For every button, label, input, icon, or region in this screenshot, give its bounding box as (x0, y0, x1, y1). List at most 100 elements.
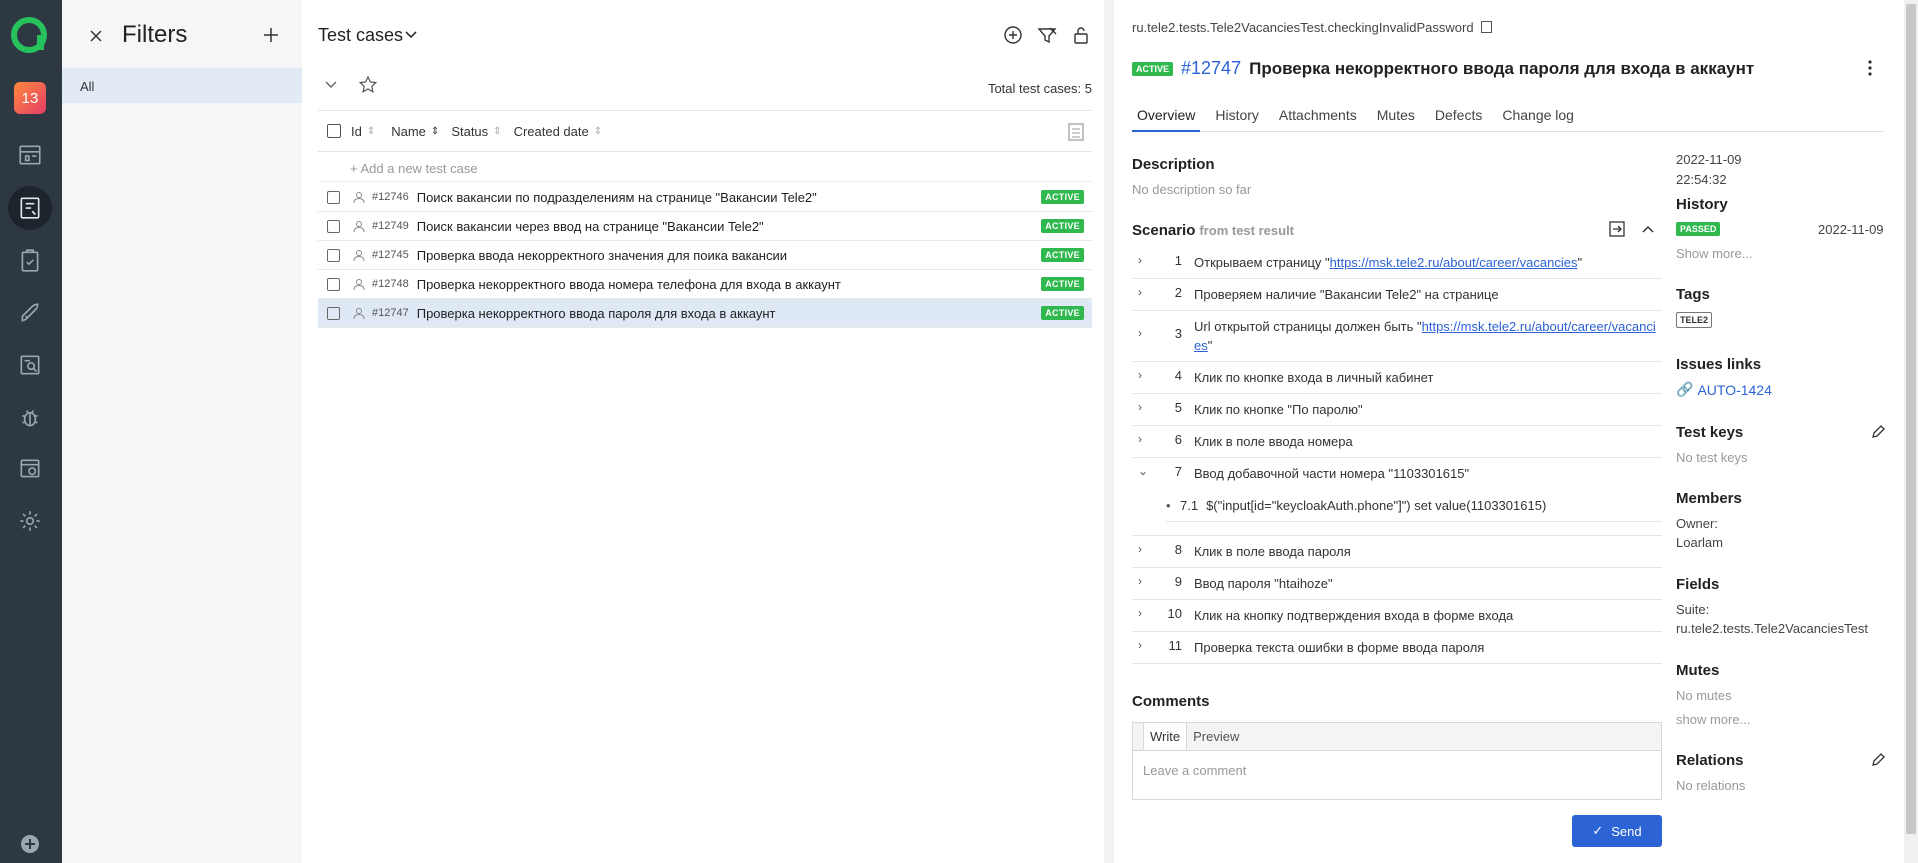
close-icon[interactable] (86, 26, 106, 46)
scrollbar[interactable] (1904, 0, 1918, 863)
tab-history[interactable]: History (1210, 102, 1264, 131)
scrollbar-thumb[interactable] (1906, 4, 1916, 834)
sort-icon: ⇕ (593, 125, 603, 137)
chevron-right-icon: › (1138, 253, 1142, 267)
test-case-title: Проверка некорректного ввода пароля для … (1249, 58, 1755, 78)
more-menu-icon[interactable] (1862, 58, 1878, 78)
chevron-right-icon: › (1138, 574, 1142, 588)
test-case-number: #12747 (1181, 58, 1242, 78)
chevron-down-icon[interactable] (404, 30, 418, 40)
status-badge: ACTIVE (1041, 190, 1084, 204)
edit-pencil-icon[interactable] (1870, 424, 1886, 440)
tab-defects[interactable]: Defects (1430, 102, 1487, 131)
table-row[interactable]: #12746 Поиск вакансии по подразделениям … (318, 183, 1092, 212)
tab-write[interactable]: Write (1143, 722, 1188, 750)
chevron-up-icon[interactable] (1640, 220, 1656, 238)
jobs-icon[interactable] (11, 450, 49, 488)
issues-heading: Issues links (1676, 356, 1762, 373)
tab-preview[interactable]: Preview (1187, 723, 1245, 750)
tag-chip[interactable]: TELE2 (1676, 312, 1713, 328)
scenario-heading: Scenario from test result (1132, 222, 1295, 239)
tab-mutes[interactable]: Mutes (1372, 102, 1420, 131)
copy-icon[interactable] (1481, 21, 1493, 33)
col-status[interactable]: Status ⇕ (451, 124, 501, 139)
scenario-step[interactable]: › 6 Клик в поле ввода номера (1132, 426, 1662, 458)
analytics-icon[interactable] (11, 346, 49, 384)
col-id[interactable]: Id ⇕ (351, 124, 375, 139)
table-row-selected[interactable]: #12747 Проверка некорректного ввода паро… (318, 299, 1092, 328)
status-badge: ACTIVE (1041, 248, 1084, 262)
scenario-step[interactable]: › 1 Открываем страницу "https://msk.tele2.… (1132, 247, 1662, 279)
scenario-step[interactable]: › 8 Клик в поле ввода пароля (1132, 536, 1662, 568)
issue-link[interactable]: 🔗 AUTO-1424 (1676, 381, 1772, 398)
expand-chevron-icon[interactable] (324, 80, 338, 90)
scenario-step-expanded[interactable]: ⌄ 7 Ввод добавочной части номера "11033016… (1132, 458, 1662, 489)
rocket-icon[interactable] (11, 294, 49, 332)
star-icon[interactable] (358, 75, 378, 95)
total-count: Total test cases: 5 (987, 81, 1092, 96)
add-test-case[interactable]: + Add a new test case (318, 155, 1092, 182)
history-show-more[interactable]: Show more... (1676, 246, 1753, 261)
settings-gear-icon[interactable] (11, 502, 49, 540)
row-checkbox[interactable] (327, 277, 340, 291)
test-case-list: Test cases Total test cases: 5 Id ⇕ Name ⇕… (302, 0, 1104, 863)
scenario-steps: › 1 Открываем страницу "https://msk.tele2.… (1132, 247, 1662, 664)
add-project-icon[interactable] (20, 834, 40, 854)
scenario-step[interactable]: › 11 Проверка текста ошибки в форме ввода … (1132, 632, 1662, 664)
scenario-step[interactable]: › 5 Клик по кнопке "По паролю" (1132, 394, 1662, 426)
filters-title: Filters (122, 21, 188, 48)
relations-value: No relations (1676, 778, 1746, 793)
row-checkbox[interactable] (327, 219, 340, 233)
panel-splitter[interactable] (1104, 0, 1114, 863)
scenario-step[interactable]: › 2 Проверяем наличие "Вакансии Tele2" на … (1132, 279, 1662, 311)
column-settings-icon[interactable] (1066, 121, 1086, 143)
unlock-icon[interactable] (1070, 24, 1092, 46)
comment-input[interactable]: Leave a comment (1133, 751, 1661, 790)
import-scenario-icon[interactable] (1608, 220, 1626, 238)
launches-icon[interactable] (11, 242, 49, 280)
project-badge[interactable]: 13 (14, 82, 46, 114)
table-row[interactable]: #12749 Поиск вакансии через ввод на стра… (318, 212, 1092, 241)
filter-all[interactable]: All (62, 68, 302, 103)
edit-pencil-icon[interactable] (1870, 752, 1886, 768)
row-checkbox[interactable] (327, 190, 340, 204)
tab-attachments[interactable]: Attachments (1274, 102, 1362, 131)
row-checkbox[interactable] (327, 248, 340, 262)
table-row[interactable]: #12745 Проверка ввода некорректного знач… (318, 241, 1092, 270)
history-status-badge[interactable]: PASSED (1676, 222, 1721, 236)
step-link[interactable]: https://msk.tele2.ru/about/career/vacanc… (1330, 255, 1578, 270)
scenario-step[interactable]: › 4 Клик по кнопке входа в личный кабинет (1132, 362, 1662, 394)
dashboard-icon[interactable] (11, 136, 49, 174)
manual-user-icon (353, 192, 365, 204)
created-time: 22:54:32 (1676, 172, 1727, 187)
tags-heading: Tags (1676, 286, 1710, 303)
add-filter-icon[interactable] (260, 24, 282, 46)
select-all-checkbox[interactable] (327, 124, 341, 138)
scenario-step[interactable]: › 3 Url открытой страницы должен быть "htt… (1132, 311, 1662, 362)
fields-heading: Fields (1676, 576, 1720, 593)
defects-bug-icon[interactable] (11, 398, 49, 436)
send-button[interactable]: ✓ Send (1572, 815, 1662, 847)
scenario-step[interactable]: › 9 Ввод пароля "htaihoze" (1132, 568, 1662, 600)
history-date: 2022-11-09 (1818, 222, 1884, 237)
tab-change-log[interactable]: Change log (1497, 102, 1579, 131)
relations-heading: Relations (1676, 752, 1744, 769)
table-row[interactable]: #12748 Проверка некорректного ввода номе… (318, 270, 1092, 299)
chevron-right-icon: › (1138, 542, 1142, 556)
test-cases-icon[interactable] (8, 186, 52, 230)
chevron-right-icon: › (1138, 285, 1142, 299)
add-circle-icon[interactable] (1002, 24, 1024, 46)
status-badge: ACTIVE (1041, 306, 1084, 320)
mutes-show-more[interactable]: show more... (1676, 712, 1750, 727)
tab-overview[interactable]: Overview (1132, 102, 1201, 132)
list-title[interactable]: Test cases (318, 25, 403, 46)
scenario-substep[interactable]: • 7.1 $("input[id="keycloakAuth.phone"]") … (1166, 489, 1662, 522)
col-created-date[interactable]: Created date ⇕ (514, 124, 603, 139)
scenario-step[interactable]: › 10 Клик на кнопку подтверждения входа в … (1132, 600, 1662, 632)
comment-editor: Write Preview Leave a comment (1132, 722, 1662, 800)
row-checkbox[interactable] (327, 306, 340, 320)
chevron-right-icon: › (1138, 400, 1142, 414)
clear-filter-icon[interactable] (1036, 24, 1058, 46)
allure-logo[interactable] (10, 16, 48, 54)
col-name[interactable]: Name ⇕ (391, 124, 439, 139)
